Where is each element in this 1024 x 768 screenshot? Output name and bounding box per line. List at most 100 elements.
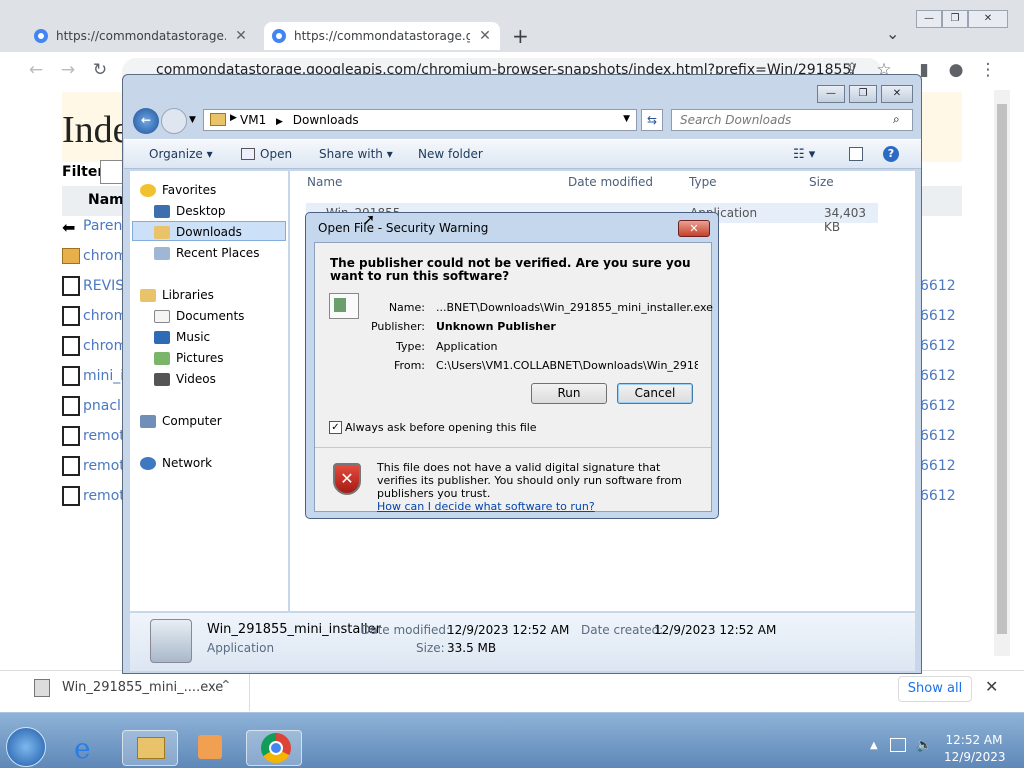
nav-libraries[interactable]: Libraries xyxy=(140,288,214,302)
close-window-button[interactable]: ✕ xyxy=(968,10,1008,28)
help-icon[interactable]: ? xyxy=(883,146,899,162)
back-arrow-icon[interactable]: ← xyxy=(24,58,48,82)
clock-time[interactable]: 12:52 AM xyxy=(944,733,1004,747)
new-tab-button[interactable]: + xyxy=(512,24,529,48)
nav-videos[interactable]: Videos xyxy=(154,372,216,386)
column-type[interactable]: Type xyxy=(689,175,717,189)
search-icon: ⌕ xyxy=(893,112,900,126)
page-scrollbar[interactable] xyxy=(994,90,1010,656)
date-created-label: Date created: xyxy=(581,623,664,637)
always-ask-label[interactable]: Always ask before opening this file xyxy=(345,421,537,434)
change-view-icon[interactable]: ☷ ▾ xyxy=(793,147,815,162)
minimize-button[interactable]: — xyxy=(817,85,845,103)
media-player-icon[interactable] xyxy=(198,735,222,759)
internet-explorer-icon[interactable]: e xyxy=(74,732,91,765)
nav-desktop[interactable]: Desktop xyxy=(154,204,226,218)
help-link[interactable]: How can I decide what software to run? xyxy=(377,500,595,513)
parent-arrow-icon: ⬅ xyxy=(62,218,76,237)
chrome-taskbar-button[interactable] xyxy=(246,730,302,766)
computer-icon xyxy=(140,414,156,428)
list-item[interactable]: Parent xyxy=(83,218,123,234)
nav-recent-places[interactable]: Recent Places xyxy=(154,246,259,260)
column-name[interactable]: Name xyxy=(307,175,342,189)
nav-network[interactable]: Network xyxy=(140,456,212,470)
breadcrumb-vm1[interactable]: VM1 xyxy=(240,113,266,127)
dialog-close-button[interactable]: ✕ xyxy=(678,220,710,237)
maximize-button[interactable]: ❐ xyxy=(849,85,877,103)
browser-tab-2[interactable]: https://commondatastorage.goo ✕ xyxy=(264,22,500,50)
close-tab-icon[interactable]: ✕ xyxy=(234,28,248,44)
name-label: Name: xyxy=(388,301,425,314)
list-item[interactable]: chrom xyxy=(83,338,123,354)
publisher-value: Unknown Publisher xyxy=(436,320,556,333)
file-icon xyxy=(62,456,80,476)
file-size: 34,403 KB xyxy=(824,206,866,234)
list-item[interactable]: chrom xyxy=(83,248,123,264)
menu-icon[interactable]: ⋮ xyxy=(976,58,1000,82)
nav-favorites[interactable]: Favorites xyxy=(140,183,216,197)
date-modified-label: Date modified: xyxy=(361,623,451,637)
show-all-button[interactable]: Show all xyxy=(898,676,972,702)
nav-computer[interactable]: Computer xyxy=(140,414,222,428)
file-icon xyxy=(62,426,80,446)
browser-tab-1[interactable]: https://commondatastorage.goo ✕ xyxy=(26,22,256,50)
file-icon xyxy=(62,336,80,356)
network-icon[interactable] xyxy=(890,738,906,752)
column-date-modified[interactable]: Date modified xyxy=(568,175,653,189)
nav-pictures[interactable]: Pictures xyxy=(154,351,224,365)
open-button[interactable]: Open xyxy=(260,147,292,161)
signature-warning-text: This file does not have a valid digital … xyxy=(377,461,682,500)
breadcrumb-downloads[interactable]: Downloads xyxy=(293,113,359,127)
close-shelf-icon[interactable]: ✕ xyxy=(985,677,998,696)
show-hidden-icons[interactable]: ▲ xyxy=(870,740,878,751)
forward-arrow-icon[interactable] xyxy=(161,108,187,134)
organize-button[interactable]: Organize ▾ xyxy=(149,147,213,161)
close-button[interactable]: ✕ xyxy=(881,85,913,103)
tab-search-button[interactable]: ⌄ xyxy=(886,24,899,43)
globe-icon xyxy=(272,29,286,43)
divider xyxy=(315,447,711,448)
list-item[interactable]: remoti xyxy=(83,458,123,474)
reload-icon[interactable]: ↻ xyxy=(88,58,112,82)
recent-pages-icon[interactable]: ▼ xyxy=(189,115,196,125)
refresh-icon[interactable]: ⇆ xyxy=(641,109,663,131)
start-button[interactable] xyxy=(6,727,46,767)
chevron-down-icon[interactable]: ▼ xyxy=(623,114,630,124)
page-title: Inde xyxy=(62,109,130,151)
list-item[interactable]: remoti xyxy=(83,488,123,504)
explorer-taskbar-button[interactable] xyxy=(122,730,178,766)
new-folder-button[interactable]: New folder xyxy=(418,147,483,161)
run-button[interactable]: Run xyxy=(531,383,607,404)
download-shelf: Win_291855_mini_....exe ⌃ Show all ✕ xyxy=(0,670,1024,711)
profile-icon[interactable]: ● xyxy=(944,58,968,82)
list-item[interactable]: remoti xyxy=(83,428,123,444)
explorer-address-bar[interactable]: ▶ VM1 ▶ Downloads ▼ xyxy=(203,109,637,131)
nav-documents[interactable]: Documents xyxy=(154,309,244,323)
chevron-up-icon[interactable]: ⌃ xyxy=(220,678,232,694)
documents-icon xyxy=(154,309,170,323)
list-item[interactable]: chrom xyxy=(83,308,123,324)
download-filename[interactable]: Win_291855_mini_....exe xyxy=(62,680,223,695)
search-input[interactable]: Search Downloads xyxy=(671,109,913,131)
maximize-button[interactable]: ❐ xyxy=(942,10,968,28)
network-icon xyxy=(140,456,156,470)
preview-pane-icon[interactable] xyxy=(849,147,863,161)
column-size[interactable]: Size xyxy=(809,175,834,189)
back-arrow-icon[interactable]: ← xyxy=(133,108,159,134)
list-item[interactable]: mini_i xyxy=(83,368,123,384)
always-ask-checkbox[interactable]: ✓ xyxy=(329,421,342,434)
list-item[interactable]: pnacl.z xyxy=(83,398,123,414)
nav-downloads[interactable]: Downloads xyxy=(154,225,242,239)
clock-date[interactable]: 12/9/2023 xyxy=(944,750,1006,764)
generation-value: 6612 xyxy=(920,398,956,414)
close-tab-icon[interactable]: ✕ xyxy=(478,28,492,44)
nav-music[interactable]: Music xyxy=(154,330,210,344)
share-with-button[interactable]: Share with ▾ xyxy=(319,147,393,161)
list-item[interactable]: REVIS xyxy=(83,278,123,294)
file-icon xyxy=(62,276,80,296)
forward-arrow-icon[interactable]: → xyxy=(56,58,80,82)
cancel-button[interactable]: Cancel xyxy=(617,383,693,404)
minimize-button[interactable]: — xyxy=(916,10,942,28)
folder-icon xyxy=(62,248,80,264)
volume-muted-icon[interactable]: 🔈 xyxy=(916,738,932,753)
